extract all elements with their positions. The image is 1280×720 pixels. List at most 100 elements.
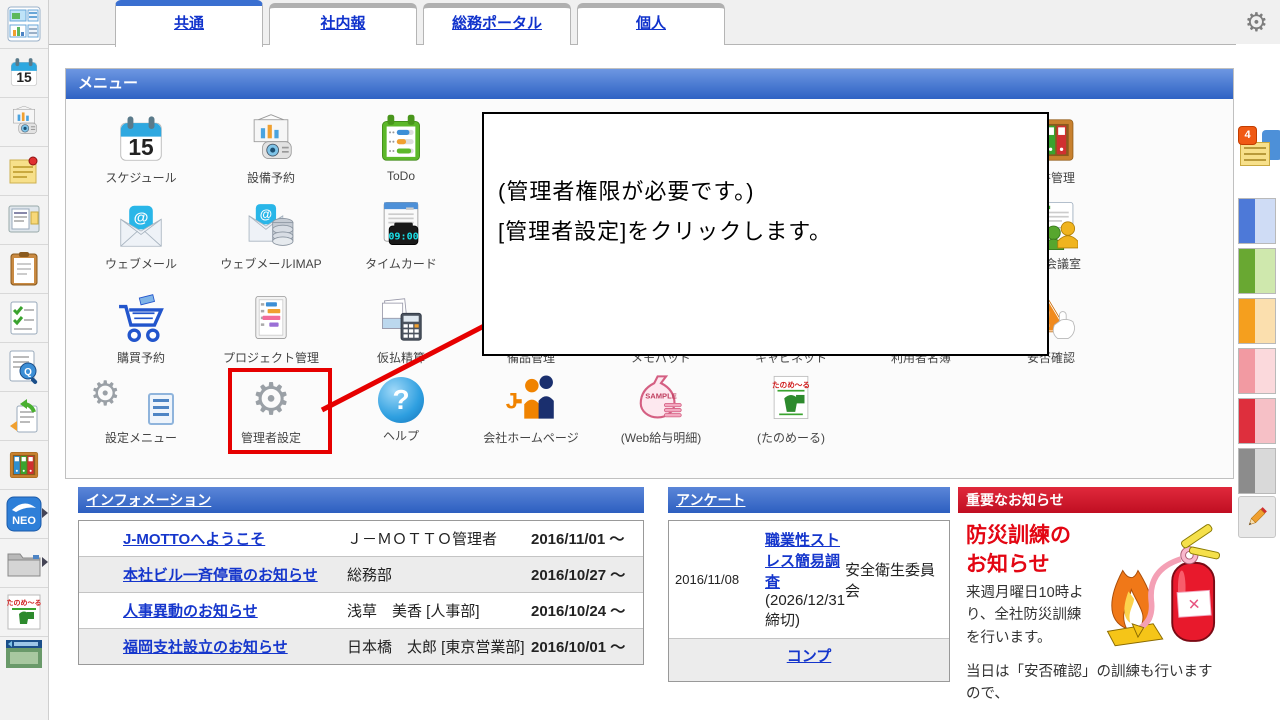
information-row[interactable]: 人事異動のお知らせ 浅草 美香 [人事部] 2016/10/24 ～	[79, 593, 643, 629]
sidebar-item-portal[interactable]	[0, 0, 48, 49]
sidebar-item-tanomeru[interactable]: たのめ〜る	[0, 588, 48, 637]
menu-item-help[interactable]: ? ヘルプ	[336, 373, 466, 444]
fire-extinguisher-illustration: ✕	[1088, 521, 1226, 659]
survey-date: 2016/11/08	[669, 572, 765, 587]
survey-link[interactable]: 職業性ストレス簡易調査	[765, 532, 840, 591]
sidebar-item-search[interactable]: Q	[0, 343, 48, 392]
callout-line2: [管理者設定]をクリックします。	[498, 212, 1047, 252]
menu-item-web-payslip[interactable]: SAMPLE (たのめーる) (Web給与明細)	[596, 373, 726, 446]
survey-panel-header[interactable]: アンケート	[668, 487, 950, 513]
information-panel-header[interactable]: インフォメーション	[78, 487, 644, 513]
tab-somu-portal[interactable]: 総務ポータル	[423, 3, 571, 45]
svg-text:15: 15	[128, 134, 154, 160]
sidebar-item-board[interactable]	[0, 196, 48, 245]
svg-text:15: 15	[16, 69, 32, 85]
pencil-icon	[1245, 505, 1269, 529]
workflow-icon	[7, 398, 41, 434]
info-link[interactable]: 福岡支社設立のお知らせ	[123, 639, 288, 656]
menu-panel-title: メニュー	[66, 69, 1233, 99]
jm-logo-icon: J	[504, 373, 558, 427]
menu-item-purchase[interactable]: 購買予約	[76, 293, 206, 366]
svg-text:NEO: NEO	[12, 515, 36, 527]
survey-link[interactable]: コンプ	[787, 648, 832, 665]
sidebar-item-workflow[interactable]	[0, 392, 48, 441]
menu-item-project[interactable]: プロジェクト管理	[206, 293, 336, 366]
menu-item-webmail[interactable]: @ ウェブメール	[76, 199, 206, 272]
settings-gear-icon[interactable]: ⚙	[1245, 6, 1268, 38]
panel-shortcut-orange[interactable]	[1238, 298, 1276, 344]
message-memo-shortcut[interactable]: 4	[1240, 128, 1280, 172]
panel-shortcut-green[interactable]	[1238, 248, 1276, 294]
menu-item-todo[interactable]: ToDo	[336, 113, 466, 183]
sidebar-item-document[interactable]	[0, 245, 48, 294]
info-date: 2016/10/27 ～	[531, 564, 643, 585]
menu-item-webmail-imap[interactable]: @ ウェブメールIMAP	[206, 199, 336, 272]
panel-shortcut-gray[interactable]	[1238, 448, 1276, 494]
menu-item-settings-menu[interactable]: ⚙ 設定メニュー	[76, 373, 206, 446]
panel-shortcut-red[interactable]	[1238, 398, 1276, 444]
survey-target: 安全衛生委員会	[845, 559, 949, 601]
tab-kojin[interactable]: 個人	[577, 3, 725, 45]
menu-item-tanomeru[interactable]: たのめ〜る (たのめーる)	[726, 373, 856, 446]
important-notice-body: ✕ 防災訓練のお知らせ 来週月曜日10時より、全社防災訓練を行います。 当日は「…	[958, 513, 1232, 706]
search-document-icon: Q	[8, 349, 40, 385]
projector-icon	[7, 104, 41, 140]
calendar-icon: 15	[7, 55, 41, 91]
info-author: 日本橋 太郎 [東京営業部]	[345, 634, 531, 659]
info-link[interactable]: J-MOTTOへようこそ	[123, 531, 265, 548]
survey-row[interactable]: コンプ	[669, 639, 949, 681]
sidebar-item-cabinet[interactable]	[0, 441, 48, 490]
svg-text:@: @	[260, 207, 272, 221]
info-author: 総務部	[345, 562, 531, 587]
info-date: 2016/10/01 ～	[531, 636, 643, 657]
panel-shortcut-blue[interactable]	[1238, 198, 1276, 244]
info-author: 浅草 美香 [人事部]	[345, 598, 531, 623]
info-link[interactable]: 本社ビル一斉停電のお知らせ	[123, 567, 318, 584]
todo-list-icon	[374, 113, 428, 167]
sidebar-item-memo[interactable]	[0, 147, 48, 196]
important-notice-panel: 重要なお知らせ ✕ 防災訓練のお知らせ 来週月曜日10時より、全社防災訓練を行い…	[958, 487, 1232, 706]
ad-banner-image	[6, 640, 42, 668]
important-panel-header: 重要なお知らせ	[958, 487, 1232, 513]
webmail-icon: @	[114, 199, 168, 253]
portal-page: 15	[0, 0, 1280, 720]
shopping-cart-icon	[114, 293, 168, 347]
admin-settings-highlight-box	[228, 368, 332, 454]
sidebar-item-schedule[interactable]: 15	[0, 49, 48, 98]
timecard-clock-icon: 09:00	[374, 199, 428, 253]
sidebar-banner[interactable]	[0, 637, 48, 670]
left-sidebar: 15	[0, 0, 49, 720]
information-row[interactable]: 本社ビル一斉停電のお知らせ 総務部 2016/10/27 ～	[79, 557, 643, 593]
payslip-sample-icon: SAMPLE	[634, 373, 688, 427]
checklist-icon	[9, 300, 39, 336]
information-row[interactable]: J-MOTTOへようこそ Ｊ－ＭＯＴＴＯ管理者 2016/11/01 ～	[79, 521, 643, 557]
survey-table: 2016/11/08 職業性ストレス簡易調査(2026/12/31締切) 安全衛…	[668, 520, 950, 682]
svg-text:Q: Q	[24, 367, 32, 378]
gantt-chart-icon	[244, 293, 298, 347]
menu-item-schedule[interactable]: 15 スケジュール	[76, 113, 206, 186]
neo-app-icon: NEO	[6, 496, 42, 532]
calendar-icon: 15	[114, 113, 168, 167]
sidebar-item-facility[interactable]	[0, 98, 48, 147]
sidebar-item-survey[interactable]	[0, 294, 48, 343]
menu-item-company-homepage[interactable]: J 会社ホームページ	[466, 373, 596, 446]
edit-pencil-button[interactable]	[1238, 496, 1276, 538]
clipboard-icon	[9, 251, 39, 287]
information-row[interactable]: 福岡支社設立のお知らせ 日本橋 太郎 [東京営業部] 2016/10/01 ～	[79, 629, 643, 664]
sidebar-item-folder[interactable]	[0, 539, 48, 588]
notice-title: 防災訓練のお知らせ	[966, 521, 1096, 580]
panel-shortcut-pink[interactable]	[1238, 348, 1276, 394]
binders-icon	[7, 448, 41, 482]
tab-kyotsu[interactable]: 共通	[115, 0, 263, 47]
tab-shanaiho[interactable]: 社内報	[269, 3, 417, 45]
svg-text:たのめ〜る: たのめ〜る	[7, 598, 41, 607]
survey-row[interactable]: 2016/11/08 職業性ストレス簡易調査(2026/12/31締切) 安全衛…	[669, 521, 949, 639]
notice-body-text: 当日は「安否確認」の訓練も行いますので、	[966, 659, 1226, 706]
menu-item-timecard[interactable]: 09:00 タイムカード	[336, 199, 466, 272]
help-question-icon: ?	[378, 377, 424, 423]
sidebar-item-neo[interactable]: NEO	[0, 490, 48, 539]
menu-item-facility[interactable]: 設備予約	[206, 113, 336, 186]
menu-item-expense[interactable]: 仮払精算	[336, 293, 466, 366]
portal-layout-icon	[7, 6, 41, 42]
info-link[interactable]: 人事異動のお知らせ	[123, 603, 258, 620]
